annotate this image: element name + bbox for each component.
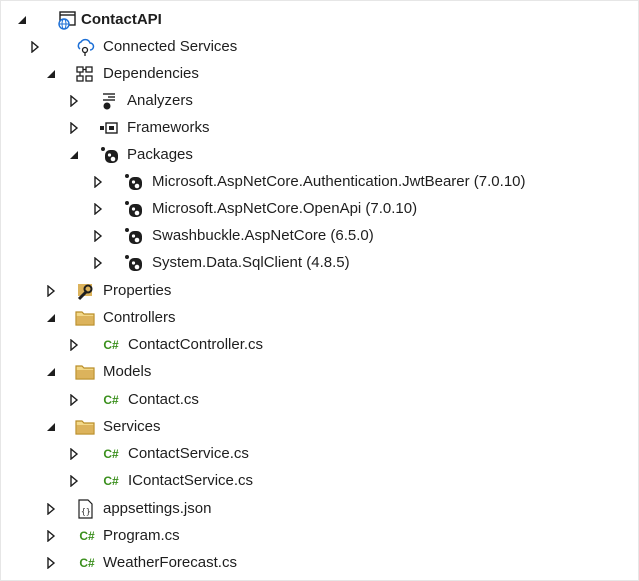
connected-services-icon — [75, 37, 95, 57]
collapsed-arrow-icon[interactable] — [68, 94, 80, 107]
collapsed-arrow-icon[interactable] — [45, 284, 57, 297]
package-label: Microsoft.AspNetCore.Authentication.JwtB… — [152, 173, 526, 190]
folder-icon — [75, 362, 95, 382]
connected-services-label: Connected Services — [103, 38, 238, 55]
properties-label: Properties — [103, 282, 172, 299]
tree-node-project[interactable]: ContactAPI — [1, 6, 638, 33]
package-label: System.Data.SqlClient (4.8.5) — [152, 254, 350, 271]
package-label: Swashbuckle.AspNetCore (6.5.0) — [152, 227, 374, 244]
package-label: Microsoft.AspNetCore.OpenApi (7.0.10) — [152, 200, 418, 217]
appsettings-label: appsettings.json — [103, 500, 212, 517]
tree-node-controllers[interactable]: Controllers — [1, 304, 638, 331]
csharp-file-icon: C# — [103, 392, 119, 407]
collapsed-arrow-icon[interactable] — [92, 175, 104, 188]
tree-node-contact[interactable]: C# Contact.cs — [1, 386, 638, 413]
expanded-arrow-icon[interactable] — [45, 421, 57, 433]
nuget-package-icon — [123, 253, 143, 273]
expanded-arrow-icon[interactable] — [16, 14, 28, 26]
nuget-package-icon — [99, 145, 119, 165]
expanded-arrow-icon[interactable] — [68, 149, 80, 161]
dependencies-icon — [75, 64, 95, 84]
web-project-icon — [57, 10, 77, 30]
csharp-file-icon: C# — [103, 473, 119, 488]
controllers-label: Controllers — [103, 309, 176, 326]
tree-node-appsettings[interactable]: {} appsettings.json — [1, 495, 638, 522]
collapsed-arrow-icon[interactable] — [92, 229, 104, 242]
expanded-arrow-icon[interactable] — [45, 366, 57, 378]
tree-node-package[interactable]: Swashbuckle.AspNetCore (6.5.0) — [1, 222, 638, 249]
csharp-file-icon: C# — [103, 337, 119, 352]
nuget-package-icon — [123, 172, 143, 192]
collapsed-arrow-icon[interactable] — [45, 502, 57, 515]
collapsed-arrow-icon[interactable] — [68, 121, 80, 134]
tree-node-connected-services[interactable]: Connected Services — [1, 33, 638, 60]
collapsed-arrow-icon[interactable] — [92, 256, 104, 269]
csharp-file-icon: C# — [79, 555, 95, 570]
nuget-package-icon — [123, 199, 143, 219]
frameworks-label: Frameworks — [127, 119, 210, 136]
packages-label: Packages — [127, 146, 193, 163]
tree-node-models[interactable]: Models — [1, 358, 638, 385]
wrench-icon — [75, 281, 95, 301]
contact-controller-label: ContactController.cs — [128, 336, 264, 353]
program-label: Program.cs — [103, 527, 180, 544]
tree-node-icontact-service[interactable]: C# IContactService.cs — [1, 467, 638, 494]
tree-node-services[interactable]: Services — [1, 413, 638, 440]
tree-node-properties[interactable]: Properties — [1, 277, 638, 304]
services-label: Services — [103, 418, 161, 435]
contact-service-label: ContactService.cs — [128, 445, 249, 462]
tree-node-package[interactable]: System.Data.SqlClient (4.8.5) — [1, 249, 638, 276]
expanded-arrow-icon[interactable] — [45, 68, 57, 80]
tree-node-analyzers[interactable]: Analyzers — [1, 87, 638, 114]
collapsed-arrow-icon[interactable] — [92, 202, 104, 215]
folder-icon — [75, 417, 95, 437]
tree-node-weather-forecast[interactable]: C# WeatherForecast.cs — [1, 549, 638, 576]
collapsed-arrow-icon[interactable] — [29, 40, 41, 53]
folder-icon — [75, 308, 95, 328]
tree-node-dependencies[interactable]: Dependencies — [1, 60, 638, 87]
csharp-file-icon: C# — [79, 528, 95, 543]
dependencies-label: Dependencies — [103, 65, 199, 82]
svg-text:{}: {} — [81, 507, 91, 516]
collapsed-arrow-icon[interactable] — [68, 338, 80, 351]
contact-label: Contact.cs — [128, 391, 199, 408]
collapsed-arrow-icon[interactable] — [68, 474, 80, 487]
tree-node-packages[interactable]: Packages — [1, 141, 638, 168]
collapsed-arrow-icon[interactable] — [45, 529, 57, 542]
collapsed-arrow-icon[interactable] — [45, 556, 57, 569]
json-file-icon: {} — [75, 498, 95, 519]
tree-node-package[interactable]: Microsoft.AspNetCore.Authentication.JwtB… — [1, 168, 638, 195]
analyzers-label: Analyzers — [127, 92, 193, 109]
solution-explorer-tree: ContactAPI Connected Services Dependenci… — [0, 0, 639, 581]
tree-node-program[interactable]: C# Program.cs — [1, 522, 638, 549]
collapsed-arrow-icon[interactable] — [68, 393, 80, 406]
collapsed-arrow-icon[interactable] — [68, 447, 80, 460]
nuget-package-icon — [123, 226, 143, 246]
frameworks-icon — [99, 118, 119, 138]
expanded-arrow-icon[interactable] — [45, 312, 57, 324]
tree-node-contact-service[interactable]: C# ContactService.cs — [1, 440, 638, 467]
tree-node-frameworks[interactable]: Frameworks — [1, 114, 638, 141]
analyzers-icon — [99, 91, 119, 111]
icontact-service-label: IContactService.cs — [128, 472, 254, 489]
tree-node-contact-controller[interactable]: C# ContactController.cs — [1, 331, 638, 358]
tree-node-package[interactable]: Microsoft.AspNetCore.OpenApi (7.0.10) — [1, 195, 638, 222]
weather-forecast-label: WeatherForecast.cs — [103, 554, 237, 571]
project-label: ContactAPI — [81, 11, 162, 28]
csharp-file-icon: C# — [103, 446, 119, 461]
models-label: Models — [103, 363, 152, 380]
